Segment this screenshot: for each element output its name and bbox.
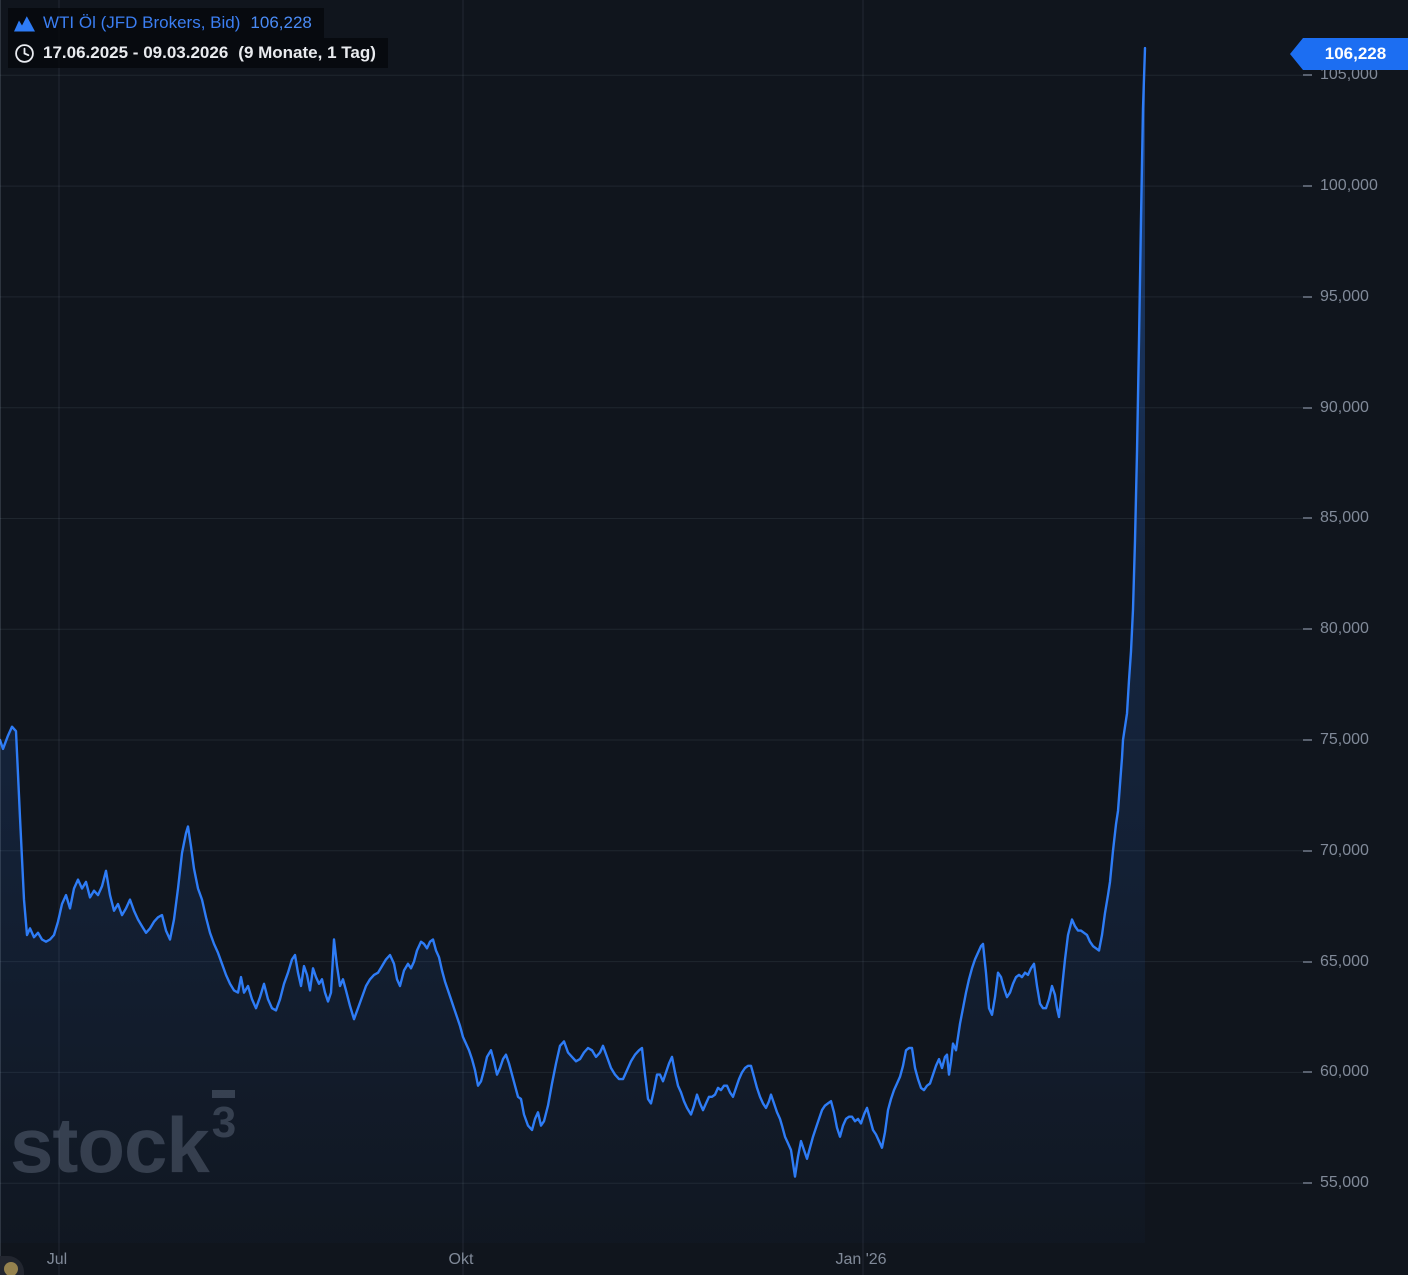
y-axis-label: 75,000 bbox=[1320, 731, 1369, 749]
instrument-last-value: 106,228 bbox=[250, 13, 312, 32]
y-axis-tick bbox=[1303, 74, 1312, 77]
y-axis-tick bbox=[1303, 517, 1312, 520]
y-axis-label: 55,000 bbox=[1320, 1174, 1369, 1192]
y-axis-tick bbox=[1303, 1182, 1312, 1185]
watermark-text: stock bbox=[10, 1101, 210, 1189]
y-axis-tick bbox=[1303, 1071, 1312, 1074]
y-axis-tick bbox=[1303, 628, 1312, 631]
date-range: 17.06.2025 - 09.03.2026 bbox=[43, 43, 229, 62]
y-axis-label: 80,000 bbox=[1320, 620, 1369, 638]
price-chart-canvas[interactable] bbox=[0, 0, 1408, 1275]
stock3-watermark: stock3 bbox=[10, 1090, 236, 1184]
chart-root: 105,000 100,000 95,000 90,000 85,000 80,000 75… bbox=[0, 0, 1408, 1275]
chart-legend: WTI Öl (JFD Brokers, Bid) 106,228 17.06.… bbox=[8, 8, 388, 68]
y-axis-tick bbox=[1303, 739, 1312, 742]
x-axis-label: Jul bbox=[46, 1251, 68, 1268]
x-axis-label: Jan '26 bbox=[835, 1251, 887, 1268]
watermark-sup: 3 bbox=[211, 1090, 236, 1145]
clock-icon bbox=[15, 43, 34, 63]
y-axis-tick bbox=[1303, 185, 1312, 188]
y-axis-label: 85,000 bbox=[1320, 509, 1369, 527]
corner-button-dot-icon bbox=[4, 1262, 18, 1275]
date-range-duration: (9 Monate, 1 Tag) bbox=[238, 43, 376, 62]
last-price-badge: 106,228 bbox=[1290, 38, 1408, 70]
instrument-title: WTI Öl (JFD Brokers, Bid) bbox=[43, 13, 241, 32]
y-axis-label: 95,000 bbox=[1320, 287, 1369, 305]
area-chart-icon bbox=[14, 15, 35, 31]
last-price-value: 106,228 bbox=[1324, 44, 1387, 63]
price-area-fill bbox=[0, 48, 1145, 1244]
legend-range-row[interactable]: 17.06.2025 - 09.03.2026 (9 Monate, 1 Tag… bbox=[8, 38, 388, 68]
legend-symbol-row[interactable]: WTI Öl (JFD Brokers, Bid) 106,228 bbox=[8, 8, 324, 38]
y-axis-tick bbox=[1303, 406, 1312, 409]
y-axis-label: 100,000 bbox=[1320, 177, 1378, 195]
price-axis-line bbox=[0, 0, 1, 1275]
y-axis-tick bbox=[1303, 849, 1312, 852]
y-axis-tick bbox=[1303, 960, 1312, 963]
y-axis-label: 70,000 bbox=[1320, 841, 1369, 859]
y-axis-label: 65,000 bbox=[1320, 952, 1369, 970]
y-axis-label: 60,000 bbox=[1320, 1063, 1369, 1081]
x-axis-label: Okt bbox=[448, 1251, 474, 1268]
y-axis-tick bbox=[1303, 295, 1312, 298]
y-axis-label: 90,000 bbox=[1320, 398, 1369, 416]
